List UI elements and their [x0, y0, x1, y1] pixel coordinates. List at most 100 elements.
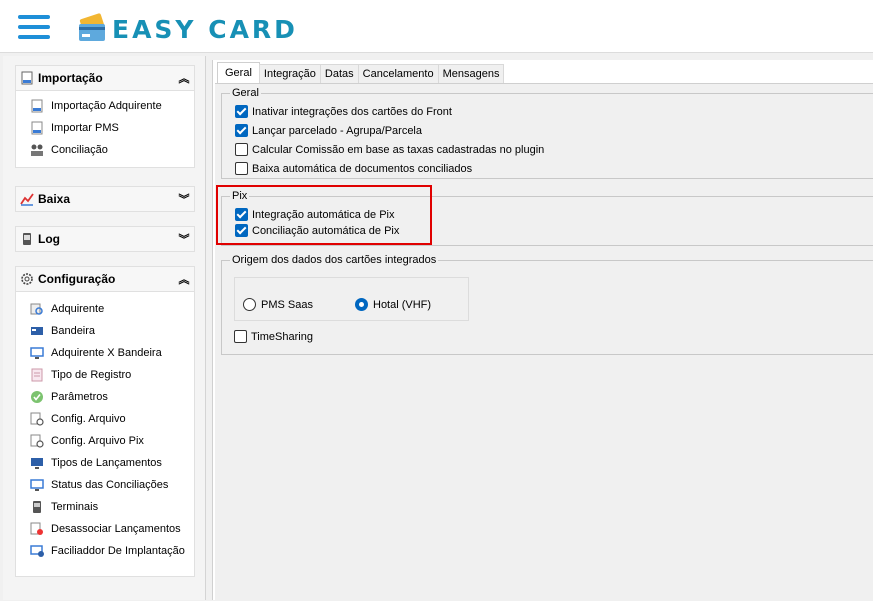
group-geral-title: Geral	[230, 87, 261, 99]
sidebar-item-label: Tipo de Registro	[51, 369, 132, 381]
section-configuracao: Configuração ︽ Adquirente Bandeira Adqui…	[15, 266, 195, 577]
chevron-down-icon[interactable]: ︾	[174, 191, 194, 207]
radio-label: PMS Saas	[261, 298, 313, 311]
sidebar-item-label: Parâmetros	[51, 391, 108, 403]
search-document-icon	[30, 302, 44, 316]
sidebar-item-label: Config. Arquivo Pix	[51, 435, 144, 447]
sidebar-item-adquirente-x-bandeira[interactable]: Adquirente X Bandeira	[16, 342, 194, 364]
monitor-settings-icon	[30, 544, 44, 558]
option-inativar-integracoes[interactable]: Inativar integrações dos cartões do Fron…	[235, 105, 452, 118]
section-baixa-header[interactable]: Baixa ︾	[15, 186, 195, 212]
sidebar-item-bandeira[interactable]: Bandeira	[16, 320, 194, 342]
option-timesharing[interactable]: TimeSharing	[234, 330, 313, 343]
card-logo-icon	[78, 12, 108, 44]
card-icon	[30, 324, 44, 338]
chevron-down-icon[interactable]: ︾	[174, 231, 194, 247]
sidebar-item-adquirente[interactable]: Adquirente	[16, 298, 194, 320]
file-remove-icon	[30, 522, 44, 536]
group-origem-title: Origem dos dados dos cartões integrados	[230, 254, 439, 266]
sidebar-item-status-das-conciliacoes[interactable]: Status das Conciliações	[16, 474, 194, 496]
checkbox[interactable]	[235, 105, 248, 118]
option-calcular-comissao[interactable]: Calcular Comissão em base as taxas cadas…	[235, 143, 544, 156]
section-configuracao-title: Configuração	[38, 272, 116, 286]
section-importacao: Importação ︽ Importação Adquirente Impor…	[15, 65, 195, 168]
sidebar-item-tipos-de-lancamentos[interactable]: Tipos de Lançamentos	[16, 452, 194, 474]
checkbox[interactable]	[235, 143, 248, 156]
section-importacao-body: Importação Adquirente Importar PMS Conci…	[15, 91, 195, 168]
terminal-icon	[30, 500, 44, 514]
section-log-header[interactable]: Log ︾	[15, 226, 195, 252]
people-icon	[30, 143, 44, 157]
sidebar-item-label: Adquirente X Bandeira	[51, 347, 162, 359]
import-icon	[20, 71, 34, 85]
app-logo-text: EASY CARD	[112, 15, 298, 44]
option-label: Lançar parcelado - Agrupa/Parcela	[252, 124, 422, 137]
sidebar-item-label: Terminais	[51, 501, 99, 513]
chart-icon	[20, 192, 34, 206]
sidebar-item-label: Desassociar Lançamentos	[51, 523, 181, 535]
option-label: Baixa automática de documentos conciliad…	[252, 162, 473, 175]
highlight-box	[216, 185, 432, 245]
option-label: TimeSharing	[251, 330, 313, 343]
section-baixa: Baixa ︾	[15, 186, 195, 212]
sidebar-item-importar-pms[interactable]: Importar PMS	[16, 117, 194, 139]
section-configuracao-body: Adquirente Bandeira Adquirente X Bandeir…	[15, 292, 195, 577]
tab-bar: Geral Integração Datas Cancelamento Mens…	[217, 62, 505, 84]
sidebar-item-config-arquivo-pix[interactable]: Config. Arquivo Pix	[16, 430, 194, 452]
sidebar-item-label: Conciliação	[51, 144, 108, 156]
form-icon	[30, 368, 44, 382]
section-importacao-title: Importação	[38, 71, 103, 85]
sidebar-item-label: Config. Arquivo	[51, 413, 126, 425]
check-circle-icon	[30, 390, 44, 404]
section-baixa-title: Baixa	[38, 192, 71, 206]
app-header: EASY CARD	[0, 0, 873, 53]
origem-radio-group: PMS Saas Hotal (VHF)	[234, 277, 469, 321]
sidebar-item-label: Bandeira	[51, 325, 96, 337]
option-baixa-automatica[interactable]: Baixa automática de documentos conciliad…	[235, 162, 472, 175]
sidebar-item-terminais[interactable]: Terminais	[16, 496, 194, 518]
sidebar-item-label: Faciliaddor De Implantação	[51, 545, 185, 557]
radio-button[interactable]	[243, 298, 256, 311]
tab-datas[interactable]: Datas	[319, 64, 359, 83]
checkbox[interactable]	[235, 162, 248, 175]
option-lancar-parcelado[interactable]: Lançar parcelado - Agrupa/Parcela	[235, 124, 422, 137]
tab-mensagens[interactable]: Mensagens	[437, 64, 505, 83]
radio-label: Hotal (VHF)	[373, 298, 432, 311]
document-icon	[30, 99, 44, 113]
log-icon	[20, 232, 34, 246]
chevron-up-icon[interactable]: ︽	[174, 271, 194, 287]
sidebar-item-facilitador-de-implantacao[interactable]: Faciliaddor De Implantação	[16, 540, 194, 562]
group-geral: Geral Inativar integrações dos cartões d…	[221, 87, 873, 179]
sidebar-item-importacao-adquirente[interactable]: Importação Adquirente	[16, 95, 194, 117]
checkbox[interactable]	[235, 124, 248, 137]
section-log: Log ︾	[15, 226, 195, 252]
monitor-icon	[30, 456, 44, 470]
monitor-icon	[30, 478, 44, 492]
chevron-up-icon[interactable]: ︽	[174, 70, 194, 86]
section-configuracao-header[interactable]: Configuração ︽	[15, 266, 195, 292]
radio-button[interactable]	[355, 298, 368, 311]
gear-icon	[20, 272, 34, 286]
tab-cancelamento[interactable]: Cancelamento	[357, 64, 439, 83]
checkbox[interactable]	[234, 330, 247, 343]
sidebar-item-tipo-de-registro[interactable]: Tipo de Registro	[16, 364, 194, 386]
sidebar-item-conciliacao[interactable]: Conciliação	[16, 139, 194, 161]
option-label: Calcular Comissão em base as taxas cadas…	[252, 143, 545, 156]
tab-geral[interactable]: Geral	[217, 62, 260, 83]
tab-integracao[interactable]: Integração	[258, 64, 321, 83]
sidebar-item-config-arquivo[interactable]: Config. Arquivo	[16, 408, 194, 430]
sidebar-item-parametros[interactable]: Parâmetros	[16, 386, 194, 408]
sidebar-item-label: Tipos de Lançamentos	[51, 457, 162, 469]
section-importacao-header[interactable]: Importação ︽	[15, 65, 195, 91]
group-origem-dados: Origem dos dados dos cartões integrados …	[221, 254, 873, 355]
monitor-icon	[30, 346, 44, 360]
sidebar-item-desassociar-lancamentos[interactable]: Desassociar Lançamentos	[16, 518, 194, 540]
radio-hotal-vhf[interactable]: Hotal (VHF)	[355, 298, 431, 311]
radio-pms-saas[interactable]: PMS Saas	[243, 298, 313, 311]
hamburger-menu-icon[interactable]	[18, 15, 50, 39]
sidebar-item-label: Status das Conciliações	[51, 479, 169, 491]
sidebar-item-label: Importação Adquirente	[51, 100, 162, 112]
document-icon	[30, 121, 44, 135]
sidebar-item-label: Adquirente	[51, 303, 105, 315]
sidebar-item-label: Importar PMS	[51, 122, 119, 134]
